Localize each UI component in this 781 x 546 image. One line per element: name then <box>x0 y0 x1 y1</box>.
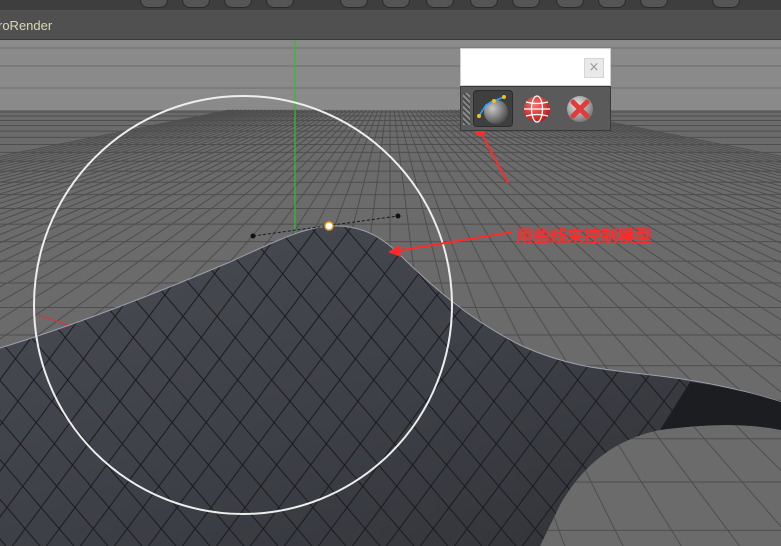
top-toolbar-strip <box>0 0 781 10</box>
close-button[interactable]: × <box>584 58 604 78</box>
toolbar-button[interactable] <box>512 0 540 8</box>
sphere-grid-button[interactable] <box>517 90 557 127</box>
spline-deformer-button[interactable] <box>473 90 513 127</box>
toolbar-button[interactable] <box>470 0 498 8</box>
toolbar-button[interactable] <box>556 0 584 8</box>
annotation-label: 用曲线来控制模型 <box>516 227 652 247</box>
horizon-sky <box>0 40 781 110</box>
toolbar-button[interactable] <box>266 0 294 8</box>
toolbar-button[interactable] <box>598 0 626 8</box>
sphere-grid-icon <box>524 95 550 123</box>
toolbar-button[interactable] <box>382 0 410 8</box>
tangent-handle-point[interactable] <box>395 213 401 219</box>
toolbar-button[interactable] <box>140 0 168 8</box>
viewport-3d[interactable] <box>0 40 781 546</box>
spline-control-point[interactable] <box>324 221 334 231</box>
toolbar-button[interactable] <box>426 0 454 8</box>
palette-body <box>460 86 611 131</box>
floating-tool-palette: × <box>460 48 611 131</box>
menu-bar: roRender <box>0 10 781 40</box>
toolbar-button[interactable] <box>182 0 210 8</box>
menu-item-prorender[interactable]: roRender <box>0 18 52 33</box>
toolbar-button[interactable] <box>640 0 668 8</box>
palette-header[interactable]: × <box>460 48 611 86</box>
drag-grip-handle[interactable] <box>463 93 470 125</box>
toolbar-button[interactable] <box>224 0 252 8</box>
tangent-handle-point[interactable] <box>250 233 256 239</box>
delete-icon <box>567 96 593 122</box>
toolbar-button[interactable] <box>712 0 740 8</box>
delete-button[interactable] <box>560 90 600 127</box>
toolbar-button[interactable] <box>340 0 368 8</box>
spline-deformer-icon <box>477 95 508 124</box>
